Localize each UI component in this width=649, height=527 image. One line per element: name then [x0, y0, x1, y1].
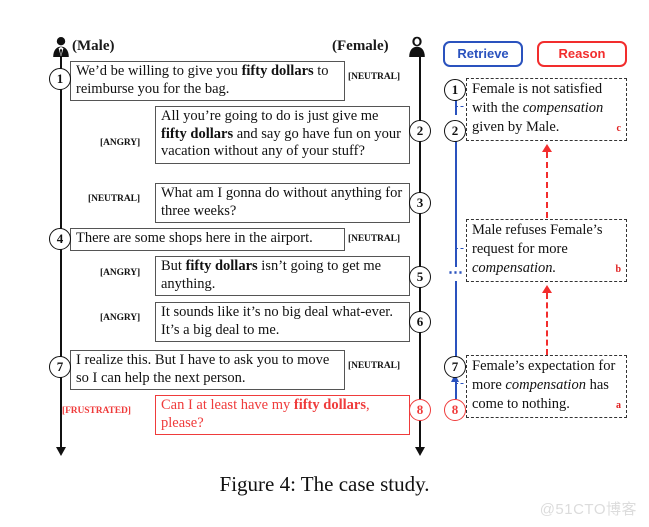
message-box-turn-4: There are some shops here in the airport…: [70, 228, 345, 251]
reason-arrow-head-a-to-b-icon: [542, 285, 552, 293]
turn-circle-7: 7: [49, 356, 71, 378]
turn-circle-6: 6: [409, 311, 431, 333]
reason-arrow-head-b-to-c-icon: [542, 144, 552, 152]
message-text-7: I realize this. But I have to ask you to…: [76, 352, 330, 386]
turn-circle-3: 3: [409, 192, 431, 214]
message-box-turn-3: What am I gonna do without anything for …: [155, 183, 410, 223]
emotion-tag-turn-7: [NEUTRAL]: [348, 361, 400, 371]
male-lifeline-arrow-icon: [56, 447, 66, 456]
reason-box-b: Male refuses Female’s request for more c…: [466, 219, 627, 282]
emotion-tag-turn-2: [ANGRY]: [100, 138, 141, 148]
male-person-icon: [53, 37, 69, 57]
female-lifeline-arrow-icon: [415, 447, 425, 456]
retrieve-circle-7: 7: [444, 356, 466, 378]
emotion-tag-turn-4: [NEUTRAL]: [348, 234, 400, 244]
message-text-8: Can I at least have my fifty dollars, pl…: [161, 397, 370, 431]
reason-arrow-line-b-to-c: [546, 152, 548, 218]
message-box-turn-8: Can I at least have my fifty dollars, pl…: [155, 395, 410, 435]
reason-text-c: Female is not satisfied with the compens…: [472, 81, 604, 135]
retrieve-ellipsis: ⋯: [448, 265, 464, 281]
case-study-figure: (Male) (Female) Retrieve Reason We’d be …: [0, 0, 649, 527]
retrieve-legend-button[interactable]: Retrieve: [443, 41, 523, 67]
female-person-icon: [409, 36, 425, 57]
figure-caption: Figure 4: The case study.: [219, 472, 430, 496]
reason-legend-button[interactable]: Reason: [537, 41, 627, 67]
watermark: @51CTO博客: [539, 501, 637, 518]
message-text-1: We’d be willing to give you fifty dollar…: [76, 63, 329, 97]
male-lifeline: [60, 56, 62, 449]
reason-arrow-line-a-to-b: [546, 293, 548, 355]
male-speaker-label: (Male): [72, 38, 115, 54]
message-box-turn-7: I realize this. But I have to ask you to…: [70, 350, 345, 390]
message-box-turn-1: We’d be willing to give you fifty dollar…: [70, 61, 345, 101]
turn-circle-8: 8: [409, 399, 431, 421]
retrieve-circle-8: 8: [444, 399, 466, 421]
message-box-turn-5: But fifty dollars isn’t going to get me …: [155, 256, 410, 296]
emotion-tag-turn-8: [FRUSTRATED]: [62, 406, 131, 416]
reason-box-a: Female’s expectation for more compensati…: [466, 355, 627, 418]
message-text-3: What am I gonna do without anything for …: [161, 185, 403, 219]
message-text-2: All you’re going to do is just give me f…: [161, 108, 402, 159]
female-lifeline: [419, 56, 421, 449]
emotion-tag-turn-6: [ANGRY]: [100, 313, 141, 323]
reason-box-c: Female is not satisfied with the compens…: [466, 78, 627, 141]
message-text-4: There are some shops here in the airport…: [76, 230, 313, 246]
message-box-turn-2: All you’re going to do is just give me f…: [155, 106, 410, 164]
emotion-tag-turn-3: [NEUTRAL]: [88, 194, 140, 204]
retrieve-circle-1: 1: [444, 79, 466, 101]
message-text-6: It sounds like it’s no big deal what-eve…: [161, 304, 393, 338]
emotion-tag-turn-5: [ANGRY]: [100, 268, 141, 278]
turn-circle-1: 1: [49, 68, 71, 90]
reason-tag-c: c: [616, 123, 621, 134]
emotion-tag-turn-1: [NEUTRAL]: [348, 72, 400, 82]
reason-tag-a: a: [616, 400, 621, 411]
message-text-5: But fifty dollars isn’t going to get me …: [161, 258, 382, 292]
retrieve-circle-2: 2: [444, 120, 466, 142]
female-speaker-label: (Female): [332, 38, 389, 54]
reason-text-a: Female’s expectation for more compensati…: [472, 358, 616, 412]
reason-text-b: Male refuses Female’s request for more c…: [472, 222, 603, 276]
turn-circle-5: 5: [409, 266, 431, 288]
turn-circle-2: 2: [409, 120, 431, 142]
turn-circle-4: 4: [49, 228, 71, 250]
message-box-turn-6: It sounds like it’s no big deal what-eve…: [155, 302, 410, 342]
reason-tag-b: b: [615, 264, 621, 275]
